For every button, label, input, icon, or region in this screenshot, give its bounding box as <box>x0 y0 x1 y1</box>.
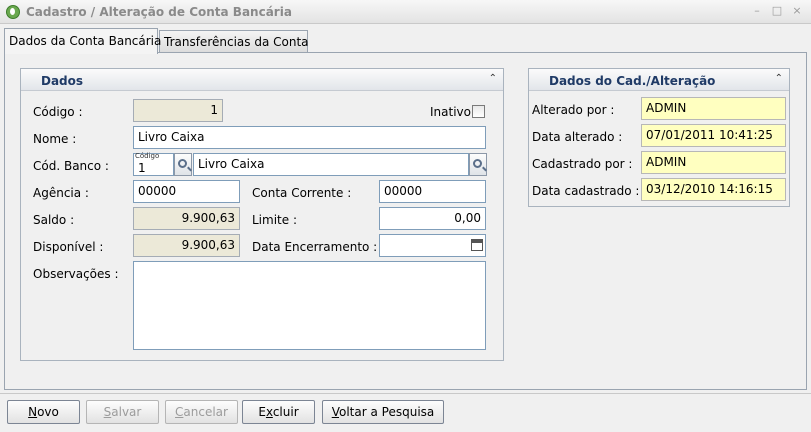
cod-banco-caption: Código <box>135 152 160 160</box>
cadastrado-por-field[interactable]: ADMIN <box>641 151 786 174</box>
data-encerramento-label: Data Encerramento : <box>252 240 378 254</box>
collapse-icon[interactable]: ⌃ <box>489 73 497 84</box>
window-title: Cadastro / Alteração de Conta Bancária <box>26 5 292 19</box>
cadastro-group-header: Dados do Cad./Alteração ⌃ <box>529 69 789 91</box>
search-icon <box>178 159 187 168</box>
banco-nome-search-button[interactable] <box>469 153 487 176</box>
tab-panel: Dados ⌃ Código : 1 Inativo Nome : Livro … <box>4 52 807 390</box>
agencia-label: Agência : <box>33 186 89 200</box>
saldo-field[interactable]: 9.900,63 <box>133 207 240 230</box>
limite-label: Limite : <box>252 213 297 227</box>
banco-nome-field[interactable]: Livro Caixa <box>193 153 469 176</box>
calendar-icon[interactable] <box>471 239 483 251</box>
cadastrado-por-label: Cadastrado por : <box>532 157 633 171</box>
tab-transferencias[interactable]: Transferências da Conta <box>159 30 309 52</box>
data-alterado-label: Data alterado : <box>532 130 623 144</box>
disponivel-field[interactable]: 9.900,63 <box>133 234 240 257</box>
excluir-button[interactable]: Excluir <box>242 400 315 424</box>
inativo-checkbox[interactable] <box>472 105 485 118</box>
collapse-icon[interactable]: ⌃ <box>775 73 783 84</box>
conta-corrente-field[interactable]: 00000 <box>379 180 486 203</box>
data-cadastrado-label: Data cadastrado : <box>532 184 640 198</box>
inativo-label: Inativo <box>430 105 471 119</box>
restore-button[interactable]: □ <box>770 4 784 18</box>
limite-field[interactable]: 0,00 <box>379 207 486 230</box>
bottom-divider <box>0 393 811 394</box>
search-icon <box>473 159 482 168</box>
nome-field[interactable]: Livro Caixa <box>133 126 486 149</box>
salvar-button[interactable]: Salvar <box>86 400 159 424</box>
disponivel-label: Disponível : <box>33 240 104 254</box>
dados-group-title: Dados <box>41 74 84 88</box>
nome-label: Nome : <box>33 132 77 146</box>
cod-banco-search-button[interactable] <box>174 153 192 176</box>
alterado-por-field[interactable]: ADMIN <box>641 97 786 120</box>
window-titlebar: Cadastro / Alteração de Conta Bancária –… <box>0 0 811 24</box>
conta-corrente-label: Conta Corrente : <box>252 186 352 200</box>
voltar-pesquisa-button[interactable]: Voltar a Pesquisa <box>322 400 444 424</box>
dados-group: Dados ⌃ Código : 1 Inativo Nome : Livro … <box>20 68 504 361</box>
cod-banco-label: Cód. Banco : <box>33 159 109 173</box>
dados-group-header: Dados ⌃ <box>21 69 503 91</box>
alterado-por-label: Alterado por : <box>532 103 615 117</box>
cadastro-group: Dados do Cad./Alteração ⌃ Alterado por :… <box>528 68 790 207</box>
cadastro-group-title: Dados do Cad./Alteração <box>549 74 716 88</box>
cancelar-button[interactable]: Cancelar <box>165 400 238 424</box>
data-encerramento-field[interactable] <box>379 234 486 257</box>
observacoes-label: Observações : <box>33 267 119 281</box>
saldo-label: Saldo : <box>33 213 75 227</box>
tab-dados-conta[interactable]: Dados da Conta Bancária <box>4 28 161 54</box>
tab-bar: Dados da Conta Bancária Transferências d… <box>4 28 807 54</box>
close-button[interactable]: × <box>790 4 804 18</box>
agencia-field[interactable]: 00000 <box>133 180 240 203</box>
novo-button[interactable]: Novo <box>7 400 80 424</box>
data-alterado-field[interactable]: 07/01/2011 10:41:25 <box>641 124 786 147</box>
minimize-button[interactable]: – <box>750 4 764 18</box>
observacoes-textarea[interactable] <box>133 261 486 350</box>
data-cadastrado-field[interactable]: 03/12/2010 14:16:15 <box>641 178 786 201</box>
app-icon <box>6 5 20 19</box>
codigo-field[interactable]: 1 <box>133 99 223 122</box>
codigo-label: Código : <box>33 105 83 119</box>
